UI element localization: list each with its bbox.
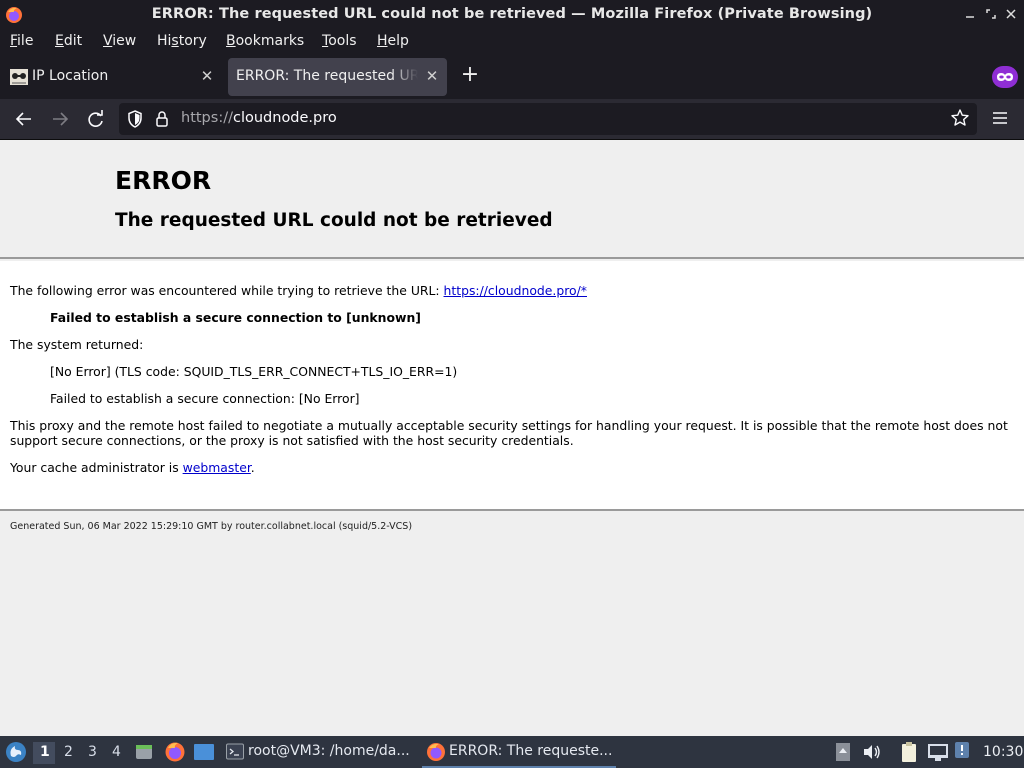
clipboard-icon[interactable] (899, 741, 919, 763)
task-label: ERROR: The requeste... (449, 743, 613, 759)
update-notifier-icon[interactable] (954, 741, 970, 759)
tray-up-arrow-icon[interactable] (835, 742, 851, 762)
intro-paragraph: The following error was encountered whil… (10, 283, 587, 298)
menu-tools[interactable]: Tools (322, 33, 357, 49)
task-firefox[interactable]: ERROR: The requeste... (422, 736, 616, 768)
terminal-icon (226, 743, 244, 760)
tab-ip-location[interactable]: IP Location ✕ (2, 58, 224, 96)
ip-location-favicon-icon (10, 69, 28, 85)
tab-label: IP Location (32, 68, 109, 84)
menu-history-label: tory (178, 33, 207, 49)
window-title: ERROR: The requested URL could not be re… (151, 6, 873, 22)
workspace-4[interactable]: 4 (112, 744, 121, 760)
network-icon[interactable] (927, 742, 949, 762)
menu-file-mnemonic: F (10, 33, 18, 49)
admin-prefix: Your cache administrator is (10, 460, 183, 475)
workspace-1[interactable]: 1 (40, 744, 50, 760)
page-content: ERROR The requested URL could not be ret… (0, 140, 1024, 736)
file-manager-icon[interactable] (134, 742, 154, 762)
error-message: Failed to establish a secure connection … (50, 310, 421, 325)
menu-edit-label: dit (63, 33, 83, 49)
error-header: ERROR The requested URL could not be ret… (0, 140, 1024, 259)
system-error-line-2: Failed to establish a secure connection:… (50, 391, 360, 406)
error-body: The following error was encountered whil… (0, 261, 1024, 511)
menu-file[interactable]: File (10, 33, 33, 49)
tracking-protection-shield-icon[interactable] (127, 110, 143, 128)
close-window-icon[interactable] (1003, 6, 1019, 22)
requested-url-link[interactable]: https://cloudnode.pro/* (444, 283, 587, 298)
error-subheading: The requested URL could not be retrieved (115, 210, 553, 231)
tab-label: ERROR: The requested URL could not be re… (236, 68, 418, 84)
menu-help[interactable]: Help (377, 33, 409, 49)
task-terminal[interactable]: root@VM3: /home/da... (224, 736, 416, 768)
system-returned-label: The system returned: (10, 337, 144, 352)
new-tab-plus-icon[interactable]: + (458, 64, 482, 88)
system-error-line-1: [No Error] (TLS code: SQUID_TLS_ERR_CONN… (50, 364, 458, 379)
generated-footer: Generated Sun, 06 Mar 2022 15:29:10 GMT … (10, 521, 413, 532)
menu-history-pre: Hi (157, 33, 172, 49)
volume-icon[interactable] (862, 743, 882, 761)
menu-help-label: elp (387, 33, 409, 49)
admin-paragraph: Your cache administrator is webmaster. (10, 460, 255, 475)
menu-history[interactable]: History (157, 33, 207, 49)
menu-bookmarks-label: ookmarks (235, 33, 305, 49)
firefox-icon (427, 743, 445, 761)
webmaster-link[interactable]: webmaster (183, 460, 251, 475)
clock: 10:30 (983, 744, 1024, 760)
menu-file-label: ile (17, 33, 34, 49)
menu-bookmarks[interactable]: Bookmarks (226, 33, 304, 49)
workspace-3[interactable]: 3 (88, 744, 97, 760)
desktop-icon[interactable] (193, 743, 215, 761)
window-titlebar: ERROR: The requested URL could not be re… (0, 0, 1024, 30)
menu-tools-label: ools (328, 33, 357, 49)
url-text[interactable]: https://cloudnode.pro (181, 110, 337, 126)
close-tab-icon[interactable]: ✕ (198, 67, 216, 85)
navigation-toolbar: https://cloudnode.pro (0, 99, 1024, 140)
back-arrow-icon[interactable] (12, 108, 36, 130)
menu-bookmarks-mnemonic: B (226, 33, 236, 49)
menu-edit[interactable]: Edit (55, 33, 82, 49)
url-bar[interactable]: https://cloudnode.pro (119, 103, 977, 135)
workspace-2[interactable]: 2 (64, 744, 73, 760)
menu-edit-mnemonic: E (55, 33, 64, 49)
menu-bar: File Edit View History Bookmarks Tools H… (0, 30, 1024, 54)
explanation-paragraph: This proxy and the remote host failed to… (10, 418, 1008, 448)
task-label: root@VM3: /home/da... (248, 743, 410, 759)
menu-history-mnemonic: s (171, 33, 179, 49)
reload-icon[interactable] (84, 108, 108, 130)
admin-suffix: . (250, 460, 255, 475)
menu-view[interactable]: View (103, 33, 136, 49)
private-browsing-mask-icon (992, 66, 1018, 88)
url-host: cloudnode.pro (232, 110, 337, 126)
tab-strip: IP Location ✕ ERROR: The requested URL c… (0, 54, 1024, 99)
menu-help-mnemonic: H (377, 33, 388, 49)
start-menu-icon[interactable] (5, 741, 27, 763)
maximize-icon[interactable] (983, 6, 999, 22)
intro-text: The following error was encountered whil… (10, 283, 444, 298)
firefox-launcher-icon[interactable] (164, 741, 186, 763)
hamburger-menu-icon[interactable] (990, 108, 1010, 128)
taskbar: 1 2 3 4 root@VM3: /home/da... ERROR: The… (0, 736, 1024, 768)
close-tab-icon[interactable]: ✕ (423, 67, 441, 85)
error-heading: ERROR (115, 166, 212, 195)
lock-icon[interactable] (155, 110, 169, 128)
menu-view-mnemonic: V (103, 33, 113, 49)
tab-error-page[interactable]: ERROR: The requested URL could not be re… (228, 58, 447, 96)
minimize-icon[interactable] (962, 6, 978, 22)
url-scheme: https:// (181, 110, 233, 126)
menu-view-label: iew (112, 33, 137, 49)
forward-arrow-icon[interactable] (48, 108, 72, 130)
bookmark-star-icon[interactable] (950, 108, 970, 128)
